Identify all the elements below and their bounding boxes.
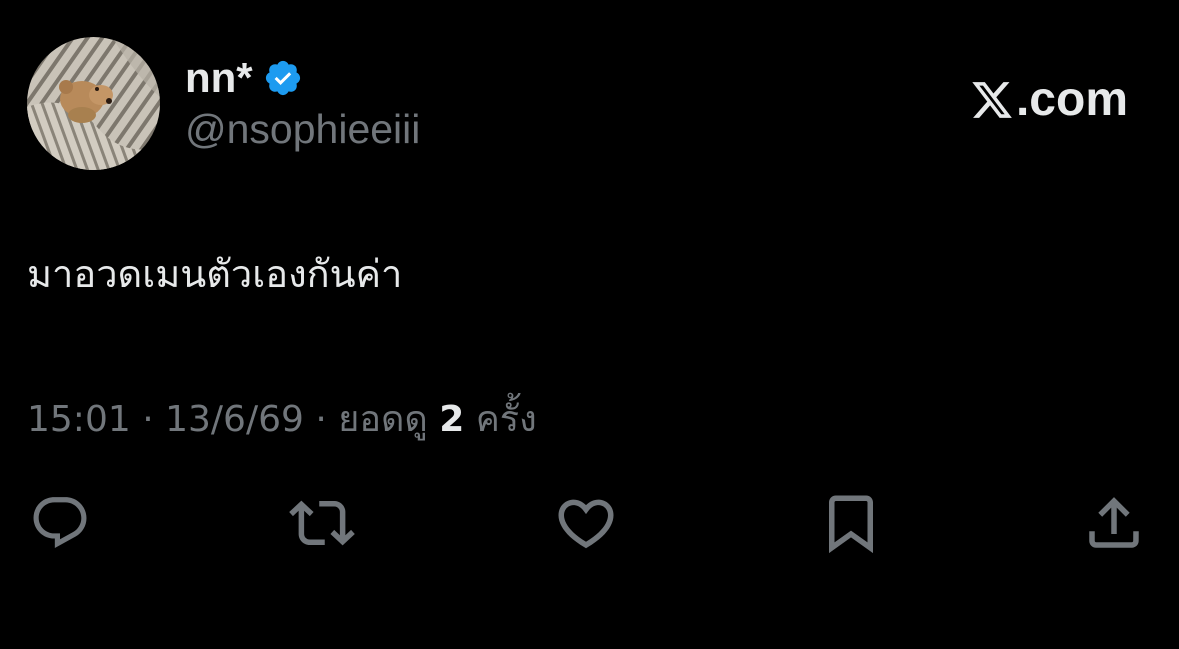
display-name[interactable]: nn* (185, 57, 253, 99)
tweet-text: มาอวดเมนตัวเองกันค่า (27, 252, 403, 296)
teddy-bear-avatar (27, 37, 160, 170)
like-button[interactable] (553, 490, 619, 556)
tweet-date[interactable]: 13/6/69 (165, 399, 304, 440)
avatar[interactable] (27, 37, 160, 170)
meta-separator: · (315, 399, 327, 440)
retweet-icon (289, 500, 355, 546)
reply-icon (33, 497, 87, 549)
author-name-row: nn* (185, 52, 303, 104)
reply-button[interactable] (27, 490, 93, 556)
brand-watermark: .com (970, 74, 1128, 126)
share-button[interactable] (1081, 490, 1147, 556)
tweet-meta: 15:01 · 13/6/69 · ยอดดู 2 ครั้ง (27, 398, 537, 441)
share-icon (1089, 497, 1139, 548)
author-handle[interactable]: @nsophieeiii (185, 109, 420, 150)
views-label: ยอดดู (338, 399, 428, 440)
tweet-time[interactable]: 15:01 (27, 399, 131, 440)
action-bar (0, 490, 1179, 556)
verified-badge-icon (265, 60, 300, 96)
x-logo-icon (972, 82, 1012, 118)
views-unit: ครั้ง (475, 399, 537, 440)
meta-separator: · (142, 399, 154, 440)
bookmark-button[interactable] (818, 490, 884, 556)
heart-icon (558, 499, 614, 549)
brand-text: .com (1015, 73, 1128, 126)
retweet-button[interactable] (289, 490, 355, 556)
bookmark-icon (829, 495, 873, 554)
views-count: 2 (439, 399, 465, 440)
